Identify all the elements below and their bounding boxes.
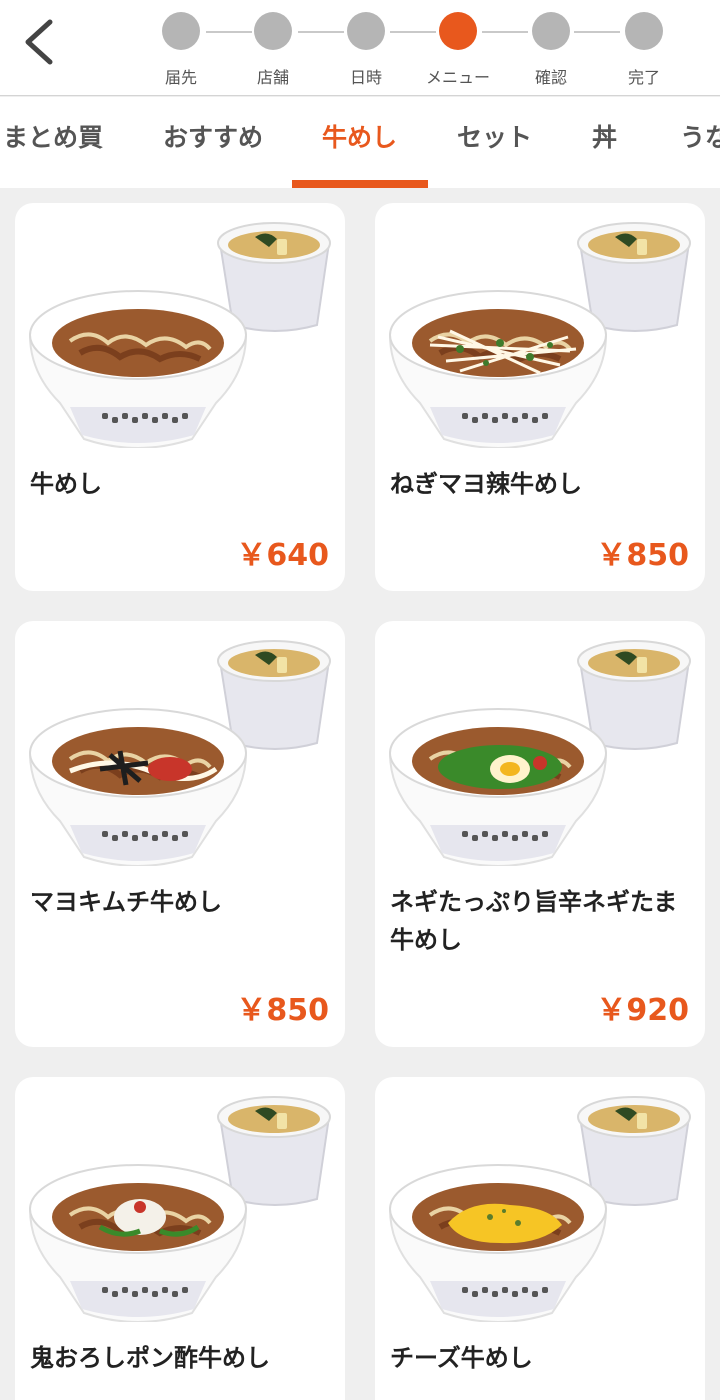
chevron-left-icon <box>25 19 53 65</box>
step-complete: 完了 <box>594 12 694 92</box>
product-card[interactable]: ネギたっぷり旨辛ネギたま牛めし ￥920 <box>375 621 705 1047</box>
tab-recommended[interactable]: おすすめ <box>163 97 263 188</box>
back-button[interactable] <box>16 14 64 70</box>
step-store: 店舗 <box>223 12 323 92</box>
step-dot-current <box>439 12 477 50</box>
step-label: 完了 <box>627 68 660 87</box>
step-label: メニュー <box>425 68 490 87</box>
product-price: ￥640 <box>236 538 329 573</box>
step-menu: メニュー <box>408 12 508 92</box>
step-label: 届先 <box>164 68 197 87</box>
product-image <box>15 203 345 449</box>
product-image <box>15 621 345 867</box>
product-card[interactable]: ねぎマヨ辣牛めし ￥850 <box>375 203 705 591</box>
tab-set[interactable]: セット <box>457 97 532 188</box>
food-photo <box>28 222 331 449</box>
step-label: 日時 <box>349 68 382 87</box>
product-image <box>375 203 705 449</box>
step-datetime: 日時 <box>316 12 416 92</box>
active-tab-indicator <box>292 180 428 188</box>
product-price: ￥920 <box>596 993 689 1028</box>
product-image <box>375 621 705 867</box>
order-header: 届先 店舗 日時 メニュー 確認 完了 <box>0 0 720 96</box>
step-dot <box>625 12 663 50</box>
step-delivery: 届先 <box>131 12 231 92</box>
food-photo <box>28 640 331 867</box>
step-confirm: 確認 <box>501 12 601 92</box>
food-photo <box>388 222 691 449</box>
product-name: ネギたっぷり旨辛ネギたま牛めし <box>390 888 678 954</box>
product-name: 牛めし <box>30 470 102 498</box>
step-label: 店舗 <box>256 68 289 87</box>
step-dot <box>347 12 385 50</box>
product-card[interactable]: 鬼おろしポン酢牛めし <box>15 1077 345 1400</box>
step-dot <box>254 12 292 50</box>
tab-unagi[interactable]: うな <box>680 97 720 188</box>
product-image <box>15 1077 345 1323</box>
step-dot <box>532 12 570 50</box>
step-dot <box>162 12 200 50</box>
food-photo <box>388 640 691 867</box>
food-photo <box>388 1096 691 1323</box>
product-price: ￥850 <box>596 538 689 573</box>
product-name: マヨキムチ牛めし <box>30 888 222 916</box>
tab-donburi[interactable]: 丼 <box>592 97 617 188</box>
food-photo <box>28 1096 331 1323</box>
product-card[interactable]: 牛めし ￥640 <box>15 203 345 591</box>
product-name: 鬼おろしポン酢牛めし <box>30 1344 270 1372</box>
product-name: ねぎマヨ辣牛めし <box>390 470 582 498</box>
tab-gyumeshi[interactable]: 牛めし <box>322 97 397 188</box>
product-card[interactable]: チーズ牛めし <box>375 1077 705 1400</box>
product-image <box>375 1077 705 1323</box>
product-card[interactable]: マヨキムチ牛めし ￥850 <box>15 621 345 1047</box>
product-name: チーズ牛めし <box>390 1344 533 1372</box>
category-tabs: まとめ買 おすすめ 牛めし セット 丼 うな <box>0 97 720 188</box>
tab-bulk[interactable]: まとめ買 <box>3 97 103 188</box>
step-label: 確認 <box>534 68 567 87</box>
product-price: ￥850 <box>236 993 329 1028</box>
